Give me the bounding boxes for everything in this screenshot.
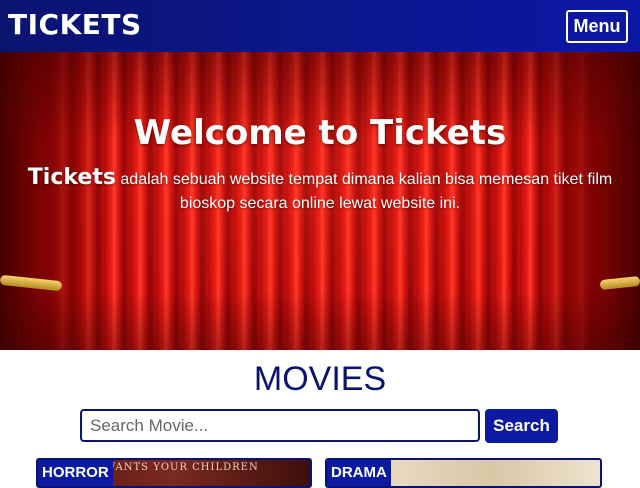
hero-banner: Welcome to Tickets Tickets adalah sebuah… [0, 52, 640, 350]
poster-text: VANTS YOUR CHILDREN [108, 462, 259, 473]
search-movie-input[interactable] [80, 409, 480, 442]
genre-badge: DRAMA [327, 460, 391, 486]
search-button[interactable]: Search [485, 409, 558, 443]
genre-badge: HORROR [38, 460, 113, 486]
site-brand[interactable]: TICKETS [8, 8, 142, 42]
hero-description-text: adalah sebuah website tempat dimana kali… [115, 171, 613, 212]
menu-button[interactable]: Menu [566, 10, 628, 43]
hero-title: Welcome to Tickets [133, 113, 507, 153]
navbar: TICKETS Menu [0, 0, 640, 52]
hero-brand-word: Tickets [27, 165, 116, 190]
movie-card[interactable]: VANTS YOUR CHILDREN HORROR [36, 458, 312, 488]
movies-heading: MOVIES [253, 360, 387, 398]
movie-card[interactable]: DRAMA [325, 458, 602, 488]
hero-description: Tickets adalah sebuah website tempat dim… [18, 166, 622, 216]
